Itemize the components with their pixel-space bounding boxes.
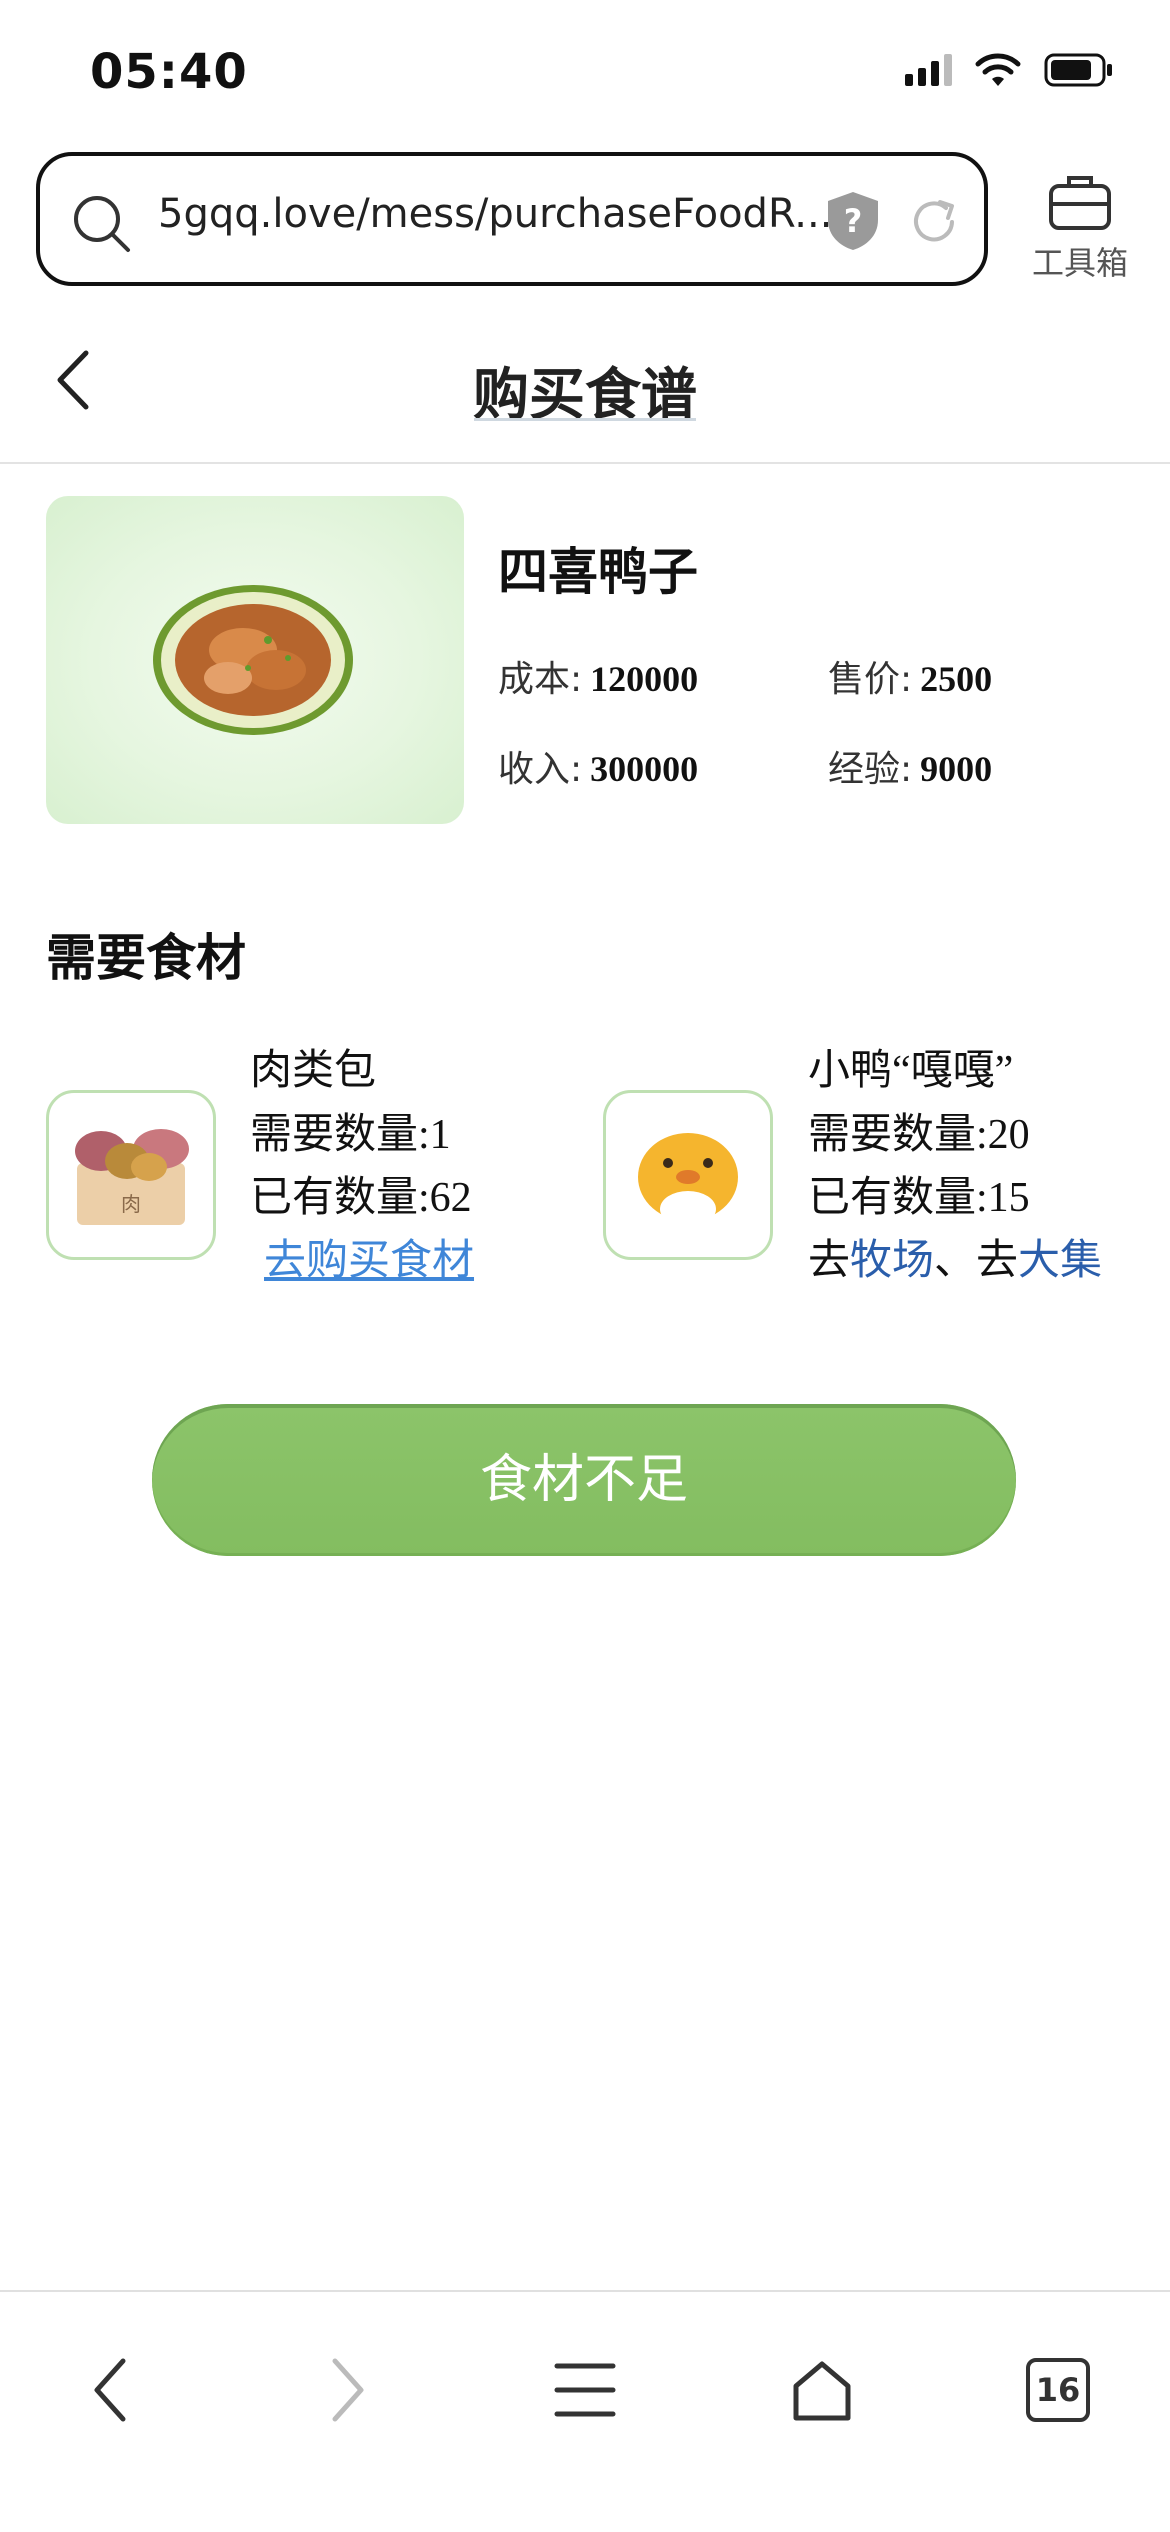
food-image [46,496,464,824]
ingredient-meat-pack-image: 肉 [46,1090,216,1260]
stat-label: 收入: [498,749,583,790]
nav-home-button[interactable] [762,2330,882,2450]
forward-icon [332,2358,364,2422]
nav-back-button[interactable] [50,2330,170,2450]
title-underline [474,418,696,421]
home-icon [793,2361,851,2421]
battery-icon [1044,53,1112,87]
ingredient-duckling-image [603,1090,773,1260]
ingredient-owned: 已有数量:62 [250,1175,472,1221]
insufficient-ingredients-button[interactable]: 食材不足 [152,1404,1016,1556]
buy-ingredient-link[interactable]: 去购买食材 [264,1226,474,1287]
meat-pack-label: 肉 [121,1192,141,1216]
stat-value: 9000 [920,749,993,789]
duckling-icon [638,1133,738,1227]
tab-count: 16 [1035,2371,1081,2409]
nav-tabs-button[interactable]: 16 [998,2330,1118,2450]
bottom-nav-divider [0,2290,1170,2292]
ingredient-name: 小鸭“嘎嘎” [808,1048,1014,1094]
status-time: 05:40 [90,44,248,100]
security-shield-icon[interactable]: ? [824,190,882,252]
stat-value: 2500 [920,659,993,699]
stat-label: 成本: [498,659,583,700]
ingredient-name: 肉类包 [250,1048,377,1094]
toolbox-icon [1049,176,1111,230]
ingredient-required: 需要数量:1 [250,1112,451,1158]
stat-label: 经验: [828,749,913,790]
stat-label: 售价: [828,659,913,700]
stat-value: 120000 [590,659,699,699]
stat-price: 售价: 2500 [828,650,992,702]
search-icon [74,196,130,252]
source-prefix: 去 [808,1238,851,1284]
ingredient-owned: 已有数量:15 [808,1175,1030,1221]
status-icons [905,52,1114,88]
url-text[interactable]: 5gqq.love/mess/purchaseFoodR... [158,191,858,237]
food-name: 四喜鸭子 [498,543,698,601]
reload-icon[interactable] [906,194,962,250]
stat-value: 300000 [590,749,699,789]
cellular-signal-icon [905,54,952,86]
toolbox-button[interactable]: 工具箱 [1020,170,1140,284]
meat-pack-icon: 肉 [75,1129,189,1225]
nav-menu-button[interactable] [525,2330,645,2450]
menu-icon [554,2363,616,2417]
source-separator: 、去 [934,1238,1019,1284]
stat-income: 收入: 300000 [498,740,698,792]
header-divider [0,462,1170,464]
tabs-icon: 16 [1026,2358,1090,2422]
market-link[interactable]: 大集 [1018,1238,1102,1284]
nav-forward-button[interactable] [288,2330,408,2450]
ingredients-title: 需要食材 [46,929,246,987]
address-bar[interactable]: 5gqq.love/mess/purchaseFoodR... ? [36,152,988,286]
ingredient-required: 需要数量:20 [808,1112,1030,1158]
svg-text:?: ? [844,202,863,240]
ranch-link[interactable]: 牧场 [850,1238,934,1284]
stat-exp: 经验: 9000 [828,740,992,792]
back-icon [94,2358,126,2422]
stat-cost: 成本: 120000 [498,650,698,702]
dish-image [153,585,353,735]
toolbox-label: 工具箱 [1031,244,1128,282]
ingredient-source-links: 去牧场、去大集 [808,1226,1102,1287]
wifi-icon [975,53,1021,86]
